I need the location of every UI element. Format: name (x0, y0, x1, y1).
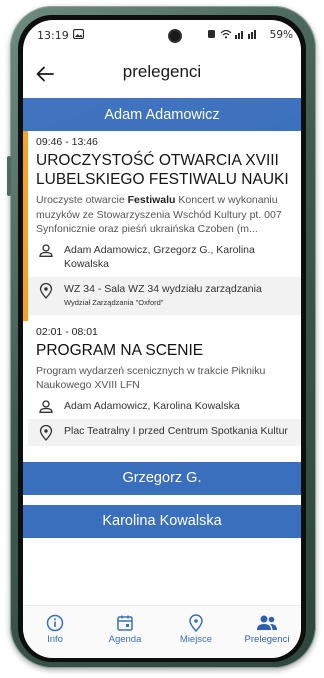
event-description: Program wydarzeń scenicznych w trakcie P… (36, 364, 266, 392)
info-icon (46, 614, 64, 632)
battery-level: 59% (269, 29, 293, 41)
event-speakers: Adam Adamowicz, Grzegorz G., Karolina Ko… (64, 243, 255, 270)
nav-agenda[interactable]: Agenda (95, 614, 155, 645)
speaker-header-grzegorz[interactable]: Grzegorz G. (23, 461, 301, 495)
event-card[interactable]: 09:46 - 13:46 UROCZYSTOŚĆ OTWARCIA XVIII… (23, 131, 301, 321)
bottom-navigation: Info Agenda Miejsce Prelegenci (23, 605, 301, 658)
nav-info[interactable]: Info (25, 614, 85, 645)
app-screen: 13:19 59% prelegenci Adam Adamowicz 09:4… (23, 20, 301, 658)
people-icon (257, 615, 277, 630)
front-camera (168, 29, 182, 43)
signal-icon (235, 29, 259, 42)
event-speakers: Adam Adamowicz, Karolina Kowalska (64, 399, 240, 412)
calendar-icon (117, 615, 133, 631)
event-time: 09:46 - 13:46 (36, 136, 98, 148)
location-pin-icon (36, 424, 56, 441)
nav-miejsce[interactable]: Miejsce (166, 614, 226, 645)
event-card[interactable]: 02:01 - 08:01 PROGRAM NA SCENIE Program … (23, 320, 301, 452)
speaker-header-karolina[interactable]: Karolina Kowalska (23, 504, 301, 538)
status-time: 13:19 (37, 29, 69, 42)
event-title: UROCZYSTOŚĆ OTWARCIA XVIII LUBELSKIEGO F… (36, 152, 289, 188)
nav-prelegenci[interactable]: Prelegenci (237, 614, 297, 645)
nav-info-label: Info (47, 634, 63, 645)
person-icon (36, 243, 56, 257)
person-icon (36, 399, 56, 413)
event-time: 02:01 - 08:01 (36, 325, 98, 338)
event-location[interactable]: WZ 34 - Sala WZ 34 wydziału zarządzania … (28, 276, 301, 315)
event-location[interactable]: Plac Teatralny I przed Centrum Spotkania… (28, 418, 301, 446)
nav-miejsce-label: Miejsce (179, 634, 213, 645)
location-name: WZ 34 - Sala WZ 34 wydziału zarządzania (64, 282, 262, 295)
location-pin-icon (36, 282, 56, 299)
speakers-list: Adam Adamowicz 09:46 - 13:46 UROCZYSTOŚĆ… (23, 98, 301, 538)
status-bar: 13:19 59% (23, 20, 301, 52)
nav-prelegenci-label: Prelegenci (244, 634, 290, 645)
event-title: PROGRAM NA SCENIE (36, 341, 204, 359)
app-bar: prelegenci (23, 52, 301, 98)
location-icon (189, 614, 203, 632)
image-notification-icon (72, 28, 85, 42)
page-title: prelegenci (122, 62, 202, 81)
nav-agenda-label: Agenda (108, 634, 142, 645)
speaker-header-adam[interactable]: Adam Adamowicz (23, 98, 301, 131)
location-subtitle: Wydział Zarządzania "Oxford" (64, 297, 164, 307)
event-description: Uroczyste otwarcie Festiwalu Koncert w w… (36, 194, 282, 235)
location-name: Plac Teatralny I przed Centrum Spotkania… (64, 424, 288, 437)
wifi-icon (220, 29, 232, 42)
alarm-icon (207, 29, 216, 42)
